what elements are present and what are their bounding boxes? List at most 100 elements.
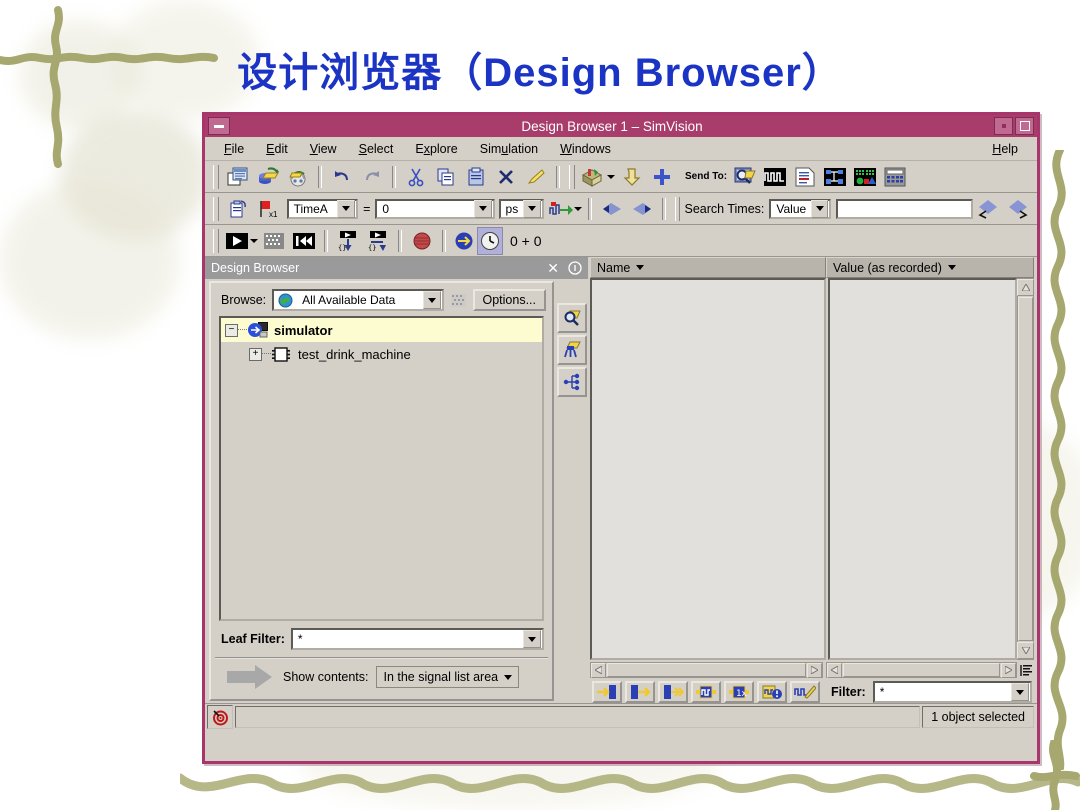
browse-select[interactable]: All Available Data (272, 289, 444, 311)
leaf-filter-input[interactable]: * (290, 628, 544, 650)
redo-icon[interactable] (357, 163, 387, 191)
undo-icon[interactable] (327, 163, 357, 191)
search-mode-select[interactable]: Value (769, 198, 832, 219)
search-prev-icon[interactable] (973, 195, 1003, 223)
prev-marker-icon[interactable] (597, 195, 627, 223)
search-toolbar-grip[interactable] (674, 196, 681, 221)
hierarchy-icon[interactable] (557, 367, 587, 397)
toolbar-grip-2[interactable] (569, 164, 575, 189)
hscroll-left-button[interactable] (827, 662, 842, 678)
send-to-waveform-icon[interactable] (592, 681, 622, 703)
toolbar-grip[interactable] (213, 164, 219, 189)
value-hscrollbar[interactable] (826, 662, 1017, 678)
toolbox-icon[interactable] (579, 163, 617, 191)
cut-icon[interactable] (401, 163, 431, 191)
tree-node-test-drink-machine[interactable]: + test_drink_machine (221, 342, 542, 366)
calculator-icon[interactable] (880, 163, 910, 191)
edit-waveform-icon[interactable] (790, 681, 820, 703)
sim-time-icon[interactable] (451, 227, 477, 255)
scope-icon[interactable] (450, 292, 467, 309)
register-window-icon[interactable] (850, 163, 880, 191)
list-options-icon[interactable] (1018, 664, 1034, 677)
signal-props-icon[interactable] (691, 681, 721, 703)
set-time-icon[interactable] (547, 195, 583, 223)
vscroll-thumb[interactable] (1018, 297, 1033, 641)
time-cursor-caret[interactable] (337, 199, 356, 218)
plus-icon[interactable] (647, 163, 677, 191)
send-to-right-icon[interactable] (625, 681, 655, 703)
menu-simulation[interactable]: Simulation (469, 140, 549, 158)
rename-icon[interactable]: 1x (724, 681, 754, 703)
menu-windows[interactable]: Windows (549, 140, 622, 158)
column-header-name[interactable]: Name (590, 257, 826, 278)
tree-node-simulator[interactable]: − simulator (221, 318, 542, 342)
find-icon[interactable] (557, 303, 587, 333)
hscroll-right-button[interactable] (1001, 662, 1016, 678)
paste-icon[interactable] (461, 163, 491, 191)
close-icon[interactable]: ✕ (547, 260, 559, 277)
leaf-filter-caret[interactable] (523, 630, 541, 648)
play-icon[interactable] (223, 227, 259, 255)
name-hscrollbar[interactable] (590, 662, 823, 678)
design-tree[interactable]: − simulator + test_drink_machine (219, 316, 544, 621)
search-next-icon[interactable] (1003, 195, 1033, 223)
new-window-icon[interactable] (223, 163, 253, 191)
filter-caret[interactable] (1011, 683, 1029, 701)
hscroll-right-button[interactable] (807, 662, 822, 678)
clock-icon[interactable] (477, 226, 503, 255)
menu-view[interactable]: View (299, 140, 348, 158)
scroll-down-button[interactable] (1017, 642, 1034, 659)
time-cursor-select[interactable]: TimeA (286, 198, 359, 219)
save-icon[interactable] (283, 163, 313, 191)
down-arrow-icon[interactable] (617, 163, 647, 191)
menu-select[interactable]: Select (348, 140, 405, 158)
menu-file[interactable]: File (213, 140, 255, 158)
hscroll-thumb[interactable] (843, 663, 1000, 677)
time-unit-select[interactable]: ps (498, 198, 545, 219)
menu-explore[interactable]: Explore (404, 140, 468, 158)
minimize-button[interactable] (208, 117, 230, 135)
menu-edit[interactable]: Edit (255, 140, 299, 158)
menu-help[interactable]: Help (981, 140, 1029, 158)
step-over-icon[interactable]: {} (363, 227, 393, 255)
waveform-probe-icon[interactable] (730, 163, 760, 191)
marker-x1-icon[interactable]: x1 (253, 195, 283, 223)
maximize-button[interactable] (1015, 117, 1034, 135)
restart-icon[interactable] (289, 227, 319, 255)
target-icon[interactable] (207, 705, 233, 729)
break-icon[interactable] (407, 227, 437, 255)
time-toolbar-grip[interactable] (213, 196, 219, 221)
open-database-icon[interactable] (253, 163, 283, 191)
tree-expander[interactable]: − (225, 323, 238, 337)
show-contents-select[interactable]: In the signal list area (376, 666, 520, 688)
next-marker-icon[interactable] (627, 195, 657, 223)
browse-caret[interactable] (422, 291, 441, 309)
scroll-up-button[interactable] (1017, 279, 1034, 296)
search-times-input[interactable] (836, 198, 974, 219)
stop-icon[interactable] (259, 227, 289, 255)
filter-input[interactable]: * (872, 681, 1032, 703)
time-unit-caret[interactable] (523, 199, 542, 218)
signal-list-vscrollbar[interactable] (1017, 278, 1034, 660)
delete-icon[interactable] (491, 163, 521, 191)
copy-icon[interactable] (431, 163, 461, 191)
time-value-caret[interactable] (473, 199, 492, 218)
options-button[interactable]: Options... (472, 289, 546, 311)
info-icon[interactable] (568, 261, 582, 275)
source-browser-icon[interactable] (790, 163, 820, 191)
schematic-tracer-icon[interactable] (820, 163, 850, 191)
sim-toolbar-grip[interactable] (213, 228, 219, 253)
hscroll-left-button[interactable] (591, 662, 606, 678)
hscroll-thumb[interactable] (607, 663, 806, 677)
select-all-icon[interactable] (557, 335, 587, 365)
signal-name-column[interactable] (590, 278, 826, 660)
step-into-icon[interactable]: {} (333, 227, 363, 255)
search-mode-caret[interactable] (811, 199, 829, 218)
restore-button[interactable] (994, 117, 1013, 135)
alert-signal-icon[interactable] (757, 681, 787, 703)
signal-value-column[interactable] (828, 278, 1017, 660)
highlight-icon[interactable] (521, 163, 551, 191)
send-to-end-icon[interactable] (658, 681, 688, 703)
time-value-input[interactable]: 0 (375, 198, 495, 219)
waveform-window-icon[interactable] (760, 163, 790, 191)
